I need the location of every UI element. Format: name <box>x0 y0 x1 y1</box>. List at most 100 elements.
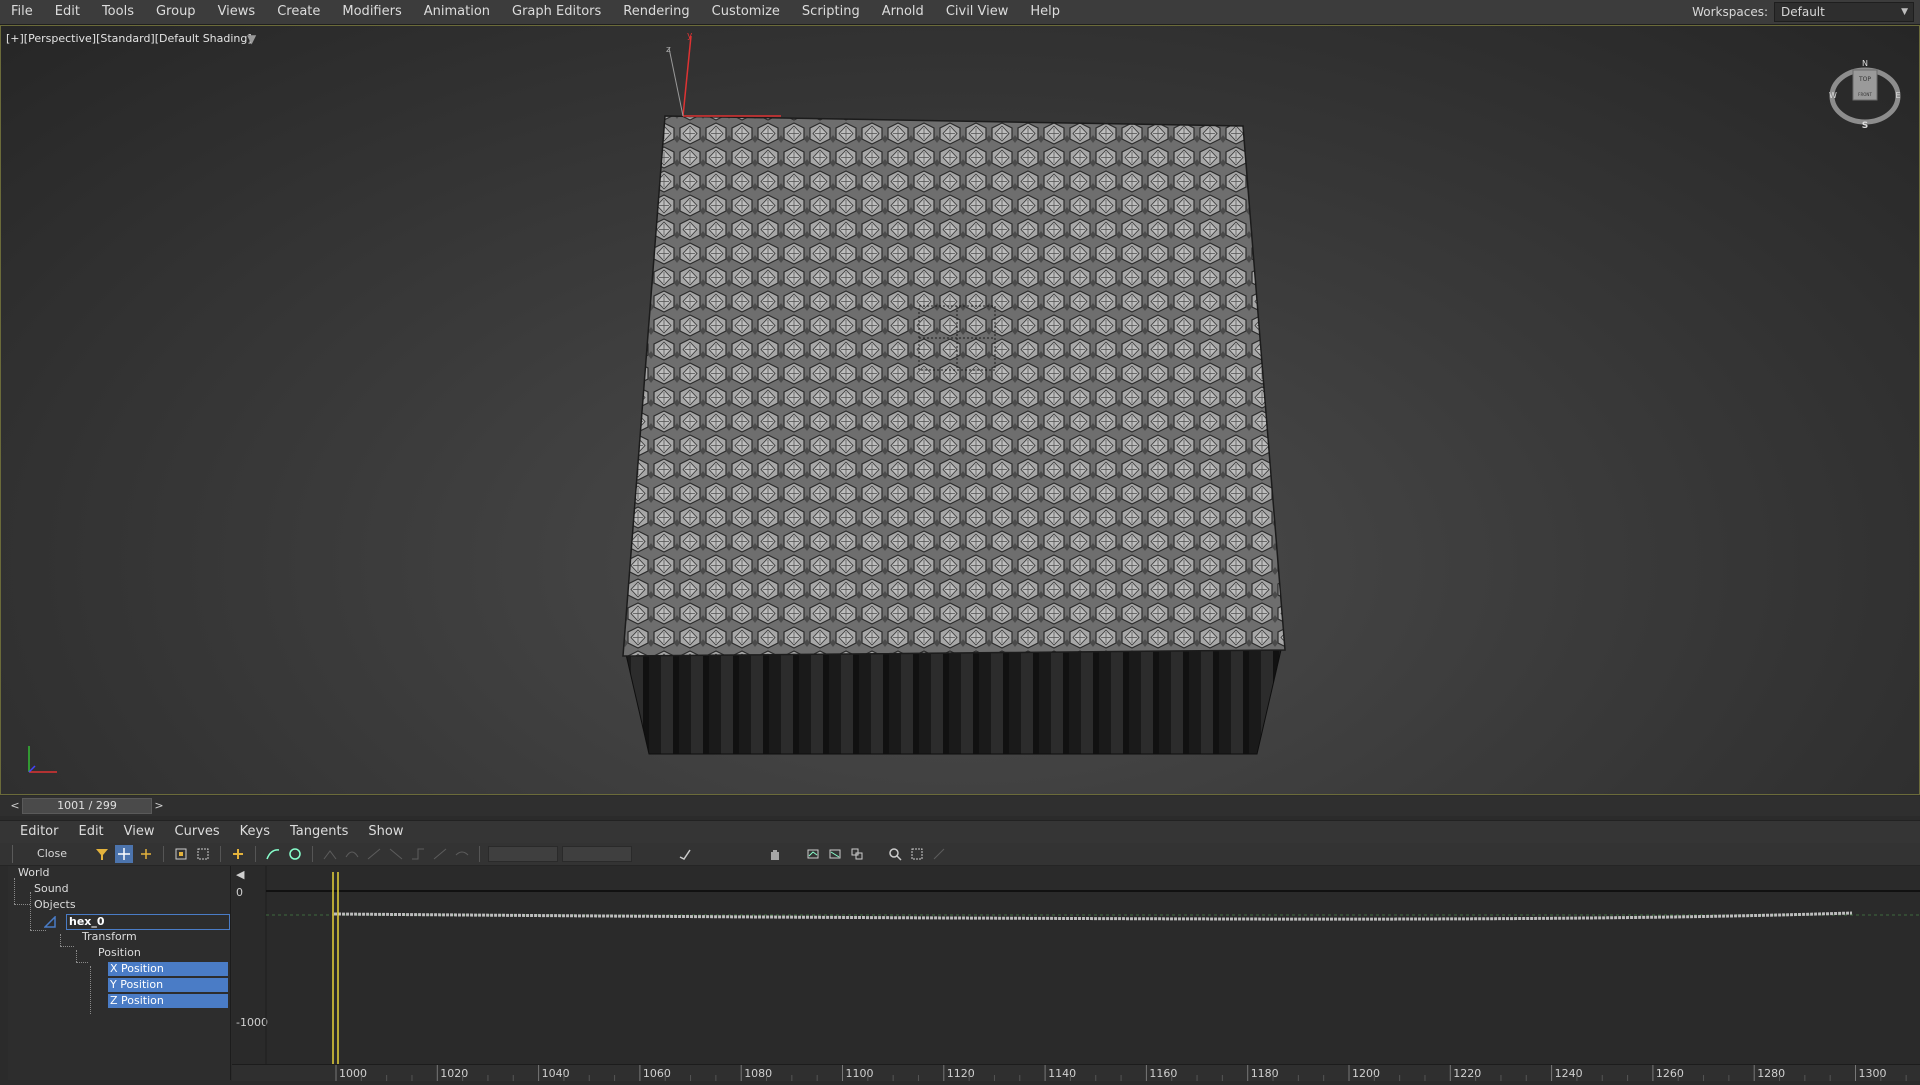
toolbar-separator <box>255 846 256 862</box>
curve-editor-toolbar: Close <box>0 843 1920 866</box>
curve-plot[interactable] <box>232 866 1920 1080</box>
ce-menu-view[interactable]: View <box>114 820 165 844</box>
ruler-tick-label: 1100 <box>846 1067 874 1080</box>
gizmo-y-label: y <box>687 31 693 41</box>
ruler-tick-label: 1080 <box>744 1067 772 1080</box>
ruler-tick-label: 1040 <box>542 1067 570 1080</box>
scale-values-icon[interactable] <box>194 845 212 863</box>
ruler-tick-label: 1000 <box>339 1067 367 1080</box>
ruler-tick-label: 1300 <box>1859 1067 1887 1080</box>
frame-field[interactable] <box>488 846 558 862</box>
lock-selection-icon[interactable] <box>676 845 694 863</box>
tree-item-transform[interactable]: Transform <box>82 930 137 944</box>
chevron-down-icon: ▼ <box>1901 7 1908 17</box>
tree-item-objects[interactable]: Objects <box>34 898 76 912</box>
ruler-tick-label: 1260 <box>1656 1067 1684 1080</box>
menu-group[interactable]: Group <box>145 0 207 24</box>
prev-frame-button[interactable]: < <box>8 798 22 814</box>
hex-grid-mesh[interactable]: z y <box>1 26 1919 794</box>
tree-item-x-position[interactable]: X Position <box>108 962 228 976</box>
curve-editor-menu: Editor Edit View Curves Keys Tangents Sh… <box>0 820 1920 843</box>
menu-civil-view[interactable]: Civil View <box>935 0 1020 24</box>
workspace-switcher: Workspaces: Default ▼ <box>1692 2 1914 22</box>
time-slider[interactable]: 1001 / 299 <box>22 798 152 814</box>
ruler-tick-label: 1160 <box>1149 1067 1177 1080</box>
zoom-region-icon[interactable] <box>848 845 866 863</box>
filter-icon[interactable] <box>93 845 111 863</box>
close-button[interactable]: Close <box>12 845 91 863</box>
viewcube[interactable]: TOP FRONT N E S W <box>1827 54 1903 130</box>
gizmo-z-label: z <box>666 45 671 55</box>
menu-file[interactable]: File <box>0 0 44 24</box>
tangent-slow-icon[interactable] <box>387 845 405 863</box>
ruler-tick-label: 1020 <box>440 1067 468 1080</box>
tree-item-world[interactable]: World <box>18 866 50 880</box>
menu-graph-editors[interactable]: Graph Editors <box>501 0 612 24</box>
menu-arnold[interactable]: Arnold <box>871 0 935 24</box>
pan-hand-icon[interactable] <box>766 845 784 863</box>
ce-menu-tangents[interactable]: Tangents <box>280 820 358 844</box>
reduce-keys-icon[interactable] <box>286 845 304 863</box>
menu-animation[interactable]: Animation <box>413 0 501 24</box>
perspective-viewport[interactable]: [+][Perspective][Standard][Default Shadi… <box>0 25 1920 795</box>
ce-menu-edit[interactable]: Edit <box>68 820 113 844</box>
menu-help[interactable]: Help <box>1019 0 1071 24</box>
value-field[interactable] <box>562 846 632 862</box>
tangent-auto-icon[interactable] <box>321 845 339 863</box>
viewcube-w-label: W <box>1829 91 1837 100</box>
ruler-tick-label: 1200 <box>1352 1067 1380 1080</box>
curve-x <box>333 911 1853 921</box>
add-keys-icon[interactable] <box>229 845 247 863</box>
menu-create[interactable]: Create <box>266 0 331 24</box>
menu-scripting[interactable]: Scripting <box>791 0 871 24</box>
menu-customize[interactable]: Customize <box>701 0 791 24</box>
tree-item-y-position[interactable]: Y Position <box>108 978 228 992</box>
tree-item-sound[interactable]: Sound <box>34 882 69 896</box>
ce-menu-curves[interactable]: Curves <box>165 820 230 844</box>
tangent-spline-icon[interactable] <box>343 845 361 863</box>
ce-menu-show[interactable]: Show <box>358 820 413 844</box>
tree-item-hex-0[interactable]: hex_0 <box>66 914 230 930</box>
tree-item-z-position[interactable]: Z Position <box>108 994 228 1008</box>
move-keys-icon[interactable] <box>115 845 133 863</box>
slide-keys-icon[interactable] <box>137 845 155 863</box>
menu-modifiers[interactable]: Modifiers <box>331 0 412 24</box>
curve-graph[interactable]: ◀ 0 -1000 <box>232 866 1920 1080</box>
ruler-tick-label: 1140 <box>1048 1067 1076 1080</box>
workspace-dropdown[interactable]: Default ▼ <box>1774 2 1914 22</box>
ruler-tick-label: 1060 <box>643 1067 671 1080</box>
scale-keys-icon[interactable] <box>172 845 190 863</box>
ce-menu-keys[interactable]: Keys <box>230 820 280 844</box>
transform-gizmo: z y <box>666 31 781 117</box>
frame-horizontal-icon[interactable] <box>804 845 822 863</box>
ruler-tick-label: 1240 <box>1555 1067 1583 1080</box>
zoom-region-select-icon[interactable] <box>908 845 926 863</box>
ruler-tick-label: 1280 <box>1757 1067 1785 1080</box>
viewcube-n-label: N <box>1862 59 1868 68</box>
draw-curves-icon[interactable] <box>264 845 282 863</box>
ruler-tick-label: 1120 <box>947 1067 975 1080</box>
frame-ruler[interactable]: 1000 1020 1040 1060 1080 1100 1120 1140 1160 1180… <box>232 1064 1920 1081</box>
next-frame-button[interactable]: > <box>152 798 166 814</box>
object-icon <box>43 915 58 928</box>
menu-edit[interactable]: Edit <box>44 0 91 24</box>
frame-values-icon[interactable] <box>826 845 844 863</box>
menu-views[interactable]: Views <box>207 0 267 24</box>
workspace-label: Workspaces: <box>1692 5 1768 19</box>
toolbar-separator <box>479 846 480 862</box>
toolbar-separator <box>312 846 313 862</box>
tree-item-position[interactable]: Position <box>98 946 141 960</box>
menu-rendering[interactable]: Rendering <box>612 0 700 24</box>
tangent-smooth-icon[interactable] <box>453 845 471 863</box>
axis-tripod-icon <box>28 746 57 773</box>
isolate-curve-icon[interactable] <box>930 845 948 863</box>
tangent-fast-icon[interactable] <box>365 845 383 863</box>
viewcube-s-label: S <box>1862 121 1868 130</box>
zoom-icon[interactable] <box>886 845 904 863</box>
main-menu-bar: File Edit Tools Group Views Create Modif… <box>0 0 1920 25</box>
ce-menu-editor[interactable]: Editor <box>0 820 68 844</box>
viewcube-top-label: TOP <box>1858 76 1871 83</box>
menu-tools[interactable]: Tools <box>91 0 145 24</box>
tangent-linear-icon[interactable] <box>431 845 449 863</box>
tangent-step-icon[interactable] <box>409 845 427 863</box>
